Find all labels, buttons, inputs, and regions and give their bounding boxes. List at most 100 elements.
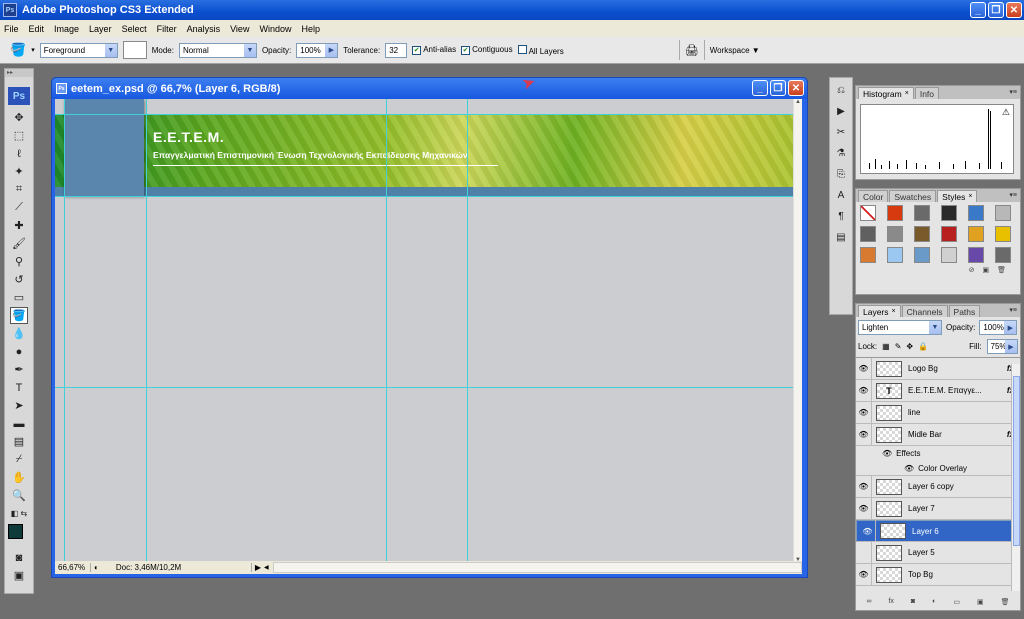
marquee-tool-icon[interactable]: ⬚ [10, 127, 28, 144]
status-menu-arrow-icon[interactable]: ▶ [252, 563, 264, 572]
menu-file[interactable]: File [4, 24, 19, 34]
color-swatches[interactable] [8, 524, 33, 548]
layer-row[interactable]: 👁TE.E.T.E.M. Επαγγε...fx [856, 379, 1020, 402]
layer-row[interactable]: 👁 Top Bg [856, 563, 1020, 586]
eye-icon[interactable]: 👁 [856, 475, 872, 498]
tab-channels[interactable]: Channels [901, 305, 948, 317]
lock-transparency-icon[interactable]: ▦ [882, 342, 890, 351]
toolbox-grip[interactable]: ▸▸ [5, 69, 33, 77]
layer-row[interactable]: 👁 Layer 6 copy [856, 475, 1020, 498]
actions-icon[interactable]: ▶ [832, 103, 850, 120]
canvas[interactable]: E.E.T.E.M. Επαγγελματική Επιστημονική Έν… [55, 99, 802, 563]
clear-style-icon[interactable]: ⊘ [969, 266, 975, 276]
doc-maximize-button[interactable]: ❐ [770, 80, 786, 96]
maximize-button[interactable]: ❐ [988, 2, 1004, 18]
zoom-tool-icon[interactable]: 🔍 [10, 487, 28, 504]
document-title-bar[interactable]: Ps eetem_ex.psd @ 66,7% (Layer 6, RGB/8) [52, 78, 807, 99]
history-brush-tool-icon[interactable]: ↺ [10, 271, 28, 288]
eyedropper-tool-icon[interactable]: ⌿ [10, 451, 28, 468]
layer-style-icon[interactable]: fx [888, 598, 893, 608]
pattern-picker[interactable] [122, 41, 147, 59]
style-swatch[interactable] [995, 226, 1011, 242]
layer-row[interactable]: 👁 line [856, 401, 1020, 424]
menu-view[interactable]: View [230, 24, 249, 34]
crop-tool-icon[interactable]: ⌗ [10, 181, 28, 198]
eye-icon[interactable]: 👁 [856, 401, 872, 424]
style-swatch[interactable] [941, 247, 957, 263]
path-selection-tool-icon[interactable]: ➤ [10, 397, 28, 414]
workspace-menu[interactable]: Workspace ▼ [710, 46, 760, 55]
status-info-icon[interactable]: ◐ [91, 563, 102, 572]
hand-tool-icon[interactable]: ✋ [10, 469, 28, 486]
new-style-icon[interactable]: ▣ [982, 266, 989, 276]
style-swatch[interactable] [860, 226, 876, 242]
notes-tool-icon[interactable]: ▤ [10, 433, 28, 450]
brushes-icon[interactable]: ⚗ [832, 145, 850, 162]
style-swatch[interactable] [887, 247, 903, 263]
style-swatch[interactable] [914, 205, 930, 221]
eye-icon[interactable]: 👁 [856, 563, 872, 586]
horizontal-scrollbar[interactable] [272, 562, 802, 573]
screen-mode-icon[interactable]: ▣ [10, 567, 28, 584]
link-layers-icon[interactable]: ∞ [866, 598, 871, 608]
type-tool-icon[interactable]: T [10, 379, 28, 396]
menu-edit[interactable]: Edit [29, 24, 45, 34]
shape-tool-icon[interactable]: ▬ [10, 415, 28, 432]
contiguous-checkbox[interactable]: ✔ Contiguous [461, 45, 513, 55]
menu-window[interactable]: Window [259, 24, 291, 34]
tolerance-input[interactable]: 32 [385, 42, 408, 58]
paint-bucket-tool-icon[interactable]: 🪣 [10, 307, 28, 324]
palette-well-icon[interactable]: 🖨 [685, 44, 699, 57]
adjustment-layer-icon[interactable]: ◐ [932, 598, 936, 608]
delete-layer-icon[interactable]: 🗑 [1001, 598, 1010, 608]
layer-row[interactable]: Layer 5 [856, 541, 1020, 564]
warning-icon[interactable]: ⚠ [1002, 107, 1010, 118]
eye-icon[interactable]: 👁 [856, 497, 872, 520]
eye-icon[interactable]: 👁 [860, 520, 876, 542]
lock-all-icon[interactable]: 🔒 [918, 342, 928, 351]
blend-mode-select[interactable]: Lighten ▼ [858, 320, 942, 335]
vertical-scrollbar[interactable]: ▲ ▼ [793, 99, 802, 563]
style-swatch[interactable] [995, 247, 1011, 263]
tab-layers[interactable]: Layers × [858, 305, 901, 317]
eraser-tool-icon[interactable]: ▭ [10, 289, 28, 306]
minimize-button[interactable]: _ [970, 2, 986, 18]
foreground-color-swatch[interactable] [8, 524, 23, 539]
menu-analysis[interactable]: Analysis [187, 24, 221, 34]
style-swatch[interactable] [968, 205, 984, 221]
layer-fill-input[interactable]: 75% ▶ [986, 339, 1018, 354]
hidden-eye-slot[interactable] [856, 541, 872, 564]
antialias-checkbox[interactable]: ✔ Anti-alias [412, 45, 456, 55]
doc-close-button[interactable]: ✕ [788, 80, 804, 96]
all-layers-checkbox[interactable]: All Layers [517, 44, 564, 56]
style-swatch[interactable] [968, 247, 984, 263]
healing-brush-tool-icon[interactable]: ✚ [10, 217, 28, 234]
eye-icon[interactable]: 👁 [856, 379, 872, 402]
effect-color-overlay[interactable]: 👁 Color Overlay [856, 461, 1020, 476]
mode-select[interactable]: Normal ▼ [178, 42, 257, 58]
lasso-tool-icon[interactable]: ℓ [10, 145, 28, 162]
tool-preset-arrow-icon[interactable]: ▾ [31, 46, 35, 54]
effects-group[interactable]: 👁 Effects [856, 446, 1020, 461]
layers-scrollbar[interactable] [1011, 364, 1020, 591]
eye-icon[interactable]: 👁 [882, 449, 892, 458]
style-swatch[interactable] [887, 226, 903, 242]
panel-menu-icon[interactable]: ▾≡ [1009, 88, 1017, 96]
close-icon[interactable]: × [892, 308, 896, 315]
style-swatch[interactable] [941, 226, 957, 242]
opacity-input[interactable]: 100% ▶ [296, 42, 339, 58]
tab-histogram[interactable]: Histogram × [858, 87, 914, 99]
close-icon[interactable]: × [968, 193, 972, 200]
panel-menu-icon[interactable]: ▾≡ [1009, 191, 1017, 199]
eye-icon[interactable]: 👁 [856, 423, 872, 446]
lock-pixels-icon[interactable]: ✎ [895, 342, 902, 351]
zoom-level[interactable]: 66,67% [55, 563, 91, 572]
paint-bucket-tool-preset-icon[interactable]: 🪣 [10, 42, 26, 58]
history-icon[interactable]: ⎌ [832, 82, 850, 99]
layer-row[interactable]: 👁 Layer 6 [856, 520, 1020, 542]
layer-opacity-input[interactable]: 100% ▶ [979, 320, 1018, 335]
tab-color[interactable]: Color [858, 190, 889, 202]
new-group-icon[interactable]: ▭ [953, 598, 960, 608]
menu-image[interactable]: Image [54, 24, 79, 34]
layer-row[interactable]: 👁 Layer 7 [856, 497, 1020, 520]
